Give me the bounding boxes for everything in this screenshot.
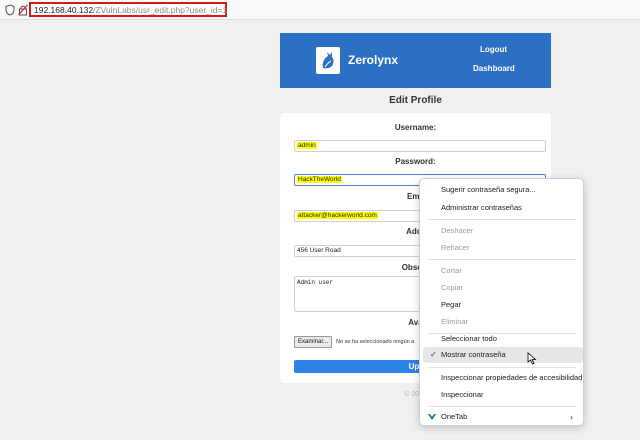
menu-item-select-all[interactable]: Seleccionar todo xyxy=(420,331,583,347)
menu-item-label: Seleccionar todo xyxy=(441,334,497,343)
dashboard-link[interactable]: Dashboard xyxy=(473,64,515,73)
menu-item-paste[interactable]: Pegar xyxy=(420,297,583,313)
menu-item-label: Copiar xyxy=(441,283,464,292)
menu-item-redo[interactable]: Rehacer xyxy=(420,240,583,256)
menu-item-manage-passwords[interactable]: Administrar contraseñas xyxy=(420,200,583,216)
brand-name: Zerolynx xyxy=(348,53,399,67)
menu-item-copy[interactable]: Copiar xyxy=(420,280,583,296)
email-value: attacker@hackerworld.com xyxy=(297,212,378,219)
menu-item-suggest-password[interactable]: Sugerir contraseña segura... xyxy=(420,182,583,198)
url-text: 192.168.40.132/ZVulnLabs/usr_edit.php?us… xyxy=(34,5,227,15)
menu-item-label: Cortar xyxy=(441,266,462,275)
username-value: admin xyxy=(297,142,317,149)
mouse-pointer-icon xyxy=(527,352,537,365)
check-icon: ✓ xyxy=(430,350,437,359)
menu-item-label: Administrar contraseñas xyxy=(441,203,522,212)
site-header: Zerolynx Logout Dashboard xyxy=(280,33,551,88)
shield-icon[interactable] xyxy=(5,4,15,16)
address-value: 456 User Road xyxy=(297,247,341,254)
onetab-icon xyxy=(428,414,436,420)
password-value: HackTheWorld xyxy=(297,176,342,183)
page-title: Edit Profile xyxy=(389,95,442,106)
url-path: /ZVulnLabs/usr_edit.php?user_id=1 xyxy=(93,5,228,15)
menu-item-show-password[interactable]: ✓ Mostrar contraseña xyxy=(423,347,583,363)
lock-icon[interactable] xyxy=(18,4,28,16)
file-status: No se ha seleccionado ningún a xyxy=(336,339,415,345)
menu-separator xyxy=(428,219,576,220)
menu-separator xyxy=(428,259,576,260)
logout-link[interactable]: Logout xyxy=(480,45,507,54)
username-field[interactable]: admin xyxy=(294,140,546,152)
menu-item-inspect[interactable]: Inspeccionar xyxy=(420,387,583,403)
menu-item-label: Inspeccionar xyxy=(441,390,484,399)
menu-item-inspect-accessibility[interactable]: Inspeccionar propiedades de accesibilida… xyxy=(420,370,583,386)
menu-separator xyxy=(428,367,576,368)
menu-item-label: Sugerir contraseña segura... xyxy=(441,185,536,194)
menu-item-onetab[interactable]: OneTab › xyxy=(420,409,583,425)
address-bar-area: 192.168.40.132/ZVulnLabs/usr_edit.php?us… xyxy=(0,0,640,20)
menu-item-label: Mostrar contraseña xyxy=(441,350,506,359)
menu-item-label: Eliminar xyxy=(441,317,469,326)
lynx-logo-icon xyxy=(316,47,340,74)
menu-item-label: Rehacer xyxy=(441,243,470,252)
menu-item-label: Deshacer xyxy=(441,226,474,235)
menu-item-label: Inspeccionar propiedades de accesibilida… xyxy=(441,373,583,382)
menu-item-label: Pegar xyxy=(441,300,462,309)
menu-item-cut[interactable]: Cortar xyxy=(420,263,583,279)
menu-item-label: OneTab xyxy=(441,412,468,421)
menu-item-undo[interactable]: Deshacer xyxy=(420,223,583,239)
browse-button[interactable]: Examinar... xyxy=(294,336,333,348)
context-menu: Sugerir contraseña segura... Administrar… xyxy=(419,178,584,426)
url-input[interactable]: 192.168.40.132/ZVulnLabs/usr_edit.php?us… xyxy=(29,2,227,17)
password-label: Password: xyxy=(395,157,436,166)
menu-item-delete[interactable]: Eliminar xyxy=(420,314,583,330)
menu-separator xyxy=(428,406,576,407)
chevron-right-icon: › xyxy=(570,412,573,422)
url-host: 192.168.40.132 xyxy=(34,5,94,15)
username-label: Username: xyxy=(394,123,437,132)
avatar-file-input: Examinar... No se ha seleccionado ningún… xyxy=(294,336,414,348)
